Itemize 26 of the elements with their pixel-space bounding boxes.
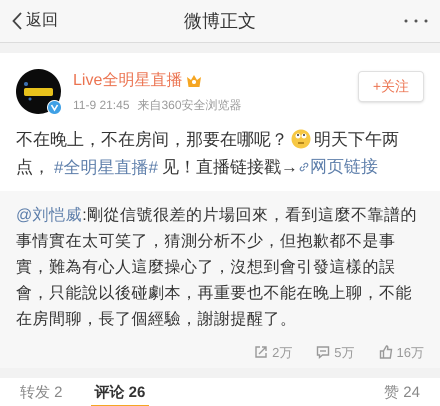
web-link[interactable]: 网页链接 (298, 153, 378, 180)
post-source: 来自360安全浏览器 (138, 97, 242, 114)
tab[interactable]: 转发 2 (16, 378, 67, 406)
post-text: 不在晚上，不在房间，那要在哪呢？ 明天下午两点， #全明星直播# 见！直播链接戳→ 网页链接 (0, 114, 420, 190)
crown-icon (186, 74, 202, 88)
mention-link[interactable]: @刘恺威 (16, 206, 82, 224)
stat-count: 5万 (334, 344, 355, 362)
link-icon (298, 160, 310, 172)
share-icon (254, 345, 268, 360)
emoji-icon (291, 129, 311, 149)
tab[interactable]: 评论 26 (90, 378, 150, 406)
stat-count: 16万 (396, 344, 424, 362)
more-icon[interactable] (404, 19, 428, 23)
post-time: 11-9 21:45 (73, 97, 130, 114)
hashtag-link[interactable]: #全明星直播# (54, 158, 158, 176)
comment-icon (316, 345, 330, 360)
tab[interactable]: 赞 24 (380, 378, 424, 406)
page-title: 微博正文 (184, 10, 256, 32)
stat-count: 2万 (272, 344, 292, 362)
back-button[interactable]: 返回 (12, 9, 58, 33)
author-name[interactable]: Live全明星直播 (73, 69, 182, 93)
back-icon (12, 12, 22, 30)
repost-text: @刘恺威:剛從信號很差的片場回來，看到這麼不靠譜的事情實在太可笑了，猜測分析不少，但抱歉都不是事實，難為有心人這麼操心了，沒想到會引發這樣的誤會，只能說以後碰劇本，再重要也不能在晚上聊，不能在房間聊，長了個經驗，謝謝提醒了。 (16, 206, 418, 330)
avatar-logo (16, 69, 61, 114)
follow-button[interactable]: +关注 (358, 71, 424, 102)
thumbs-up-icon (378, 345, 393, 360)
